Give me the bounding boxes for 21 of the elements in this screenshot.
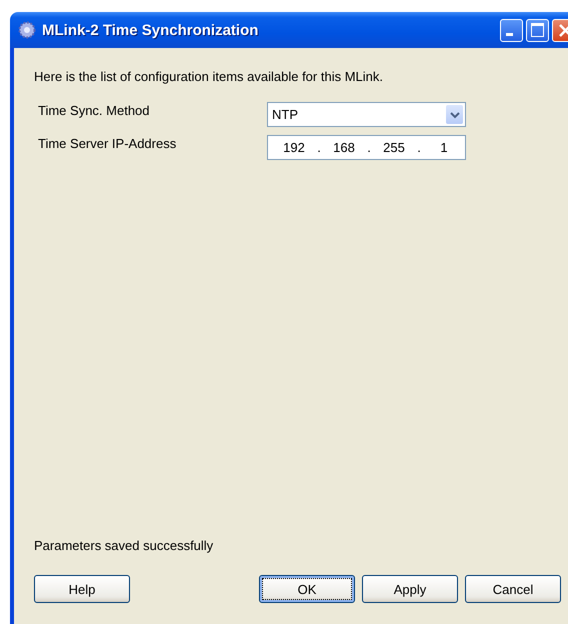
method-dropdown[interactable]: NTP <box>267 102 466 127</box>
gear-icon <box>18 21 36 39</box>
ip-separator: . <box>316 140 322 155</box>
minimize-button[interactable] <box>500 18 523 42</box>
dialog-button[interactable]: Cancel <box>465 575 561 603</box>
ip-separator: . <box>366 140 372 155</box>
ip-address-field[interactable]: 192 . 168 . 255 . 1 <box>267 135 466 160</box>
field-label: Time Server IP-Address <box>38 135 178 151</box>
description-text: Here is the list of configuration items available for this MLink. <box>34 69 384 84</box>
maximize-button[interactable] <box>526 18 549 42</box>
ip-separator: . <box>416 140 422 155</box>
dialog-button[interactable]: Help <box>34 575 130 603</box>
dialog-button[interactable]: OK <box>259 575 355 603</box>
status-message: Parameters saved successfully <box>34 538 214 553</box>
field-label: Time Sync. Method <box>38 102 151 118</box>
ip-octet: 1 <box>439 140 449 155</box>
ip-octet: 168 <box>332 140 356 155</box>
ip-octet: 255 <box>382 140 406 155</box>
window-title: MLink-2 Time Synchronization <box>42 22 258 38</box>
dialog-button[interactable]: Apply <box>362 575 458 603</box>
ip-octet: 192 <box>282 140 306 155</box>
